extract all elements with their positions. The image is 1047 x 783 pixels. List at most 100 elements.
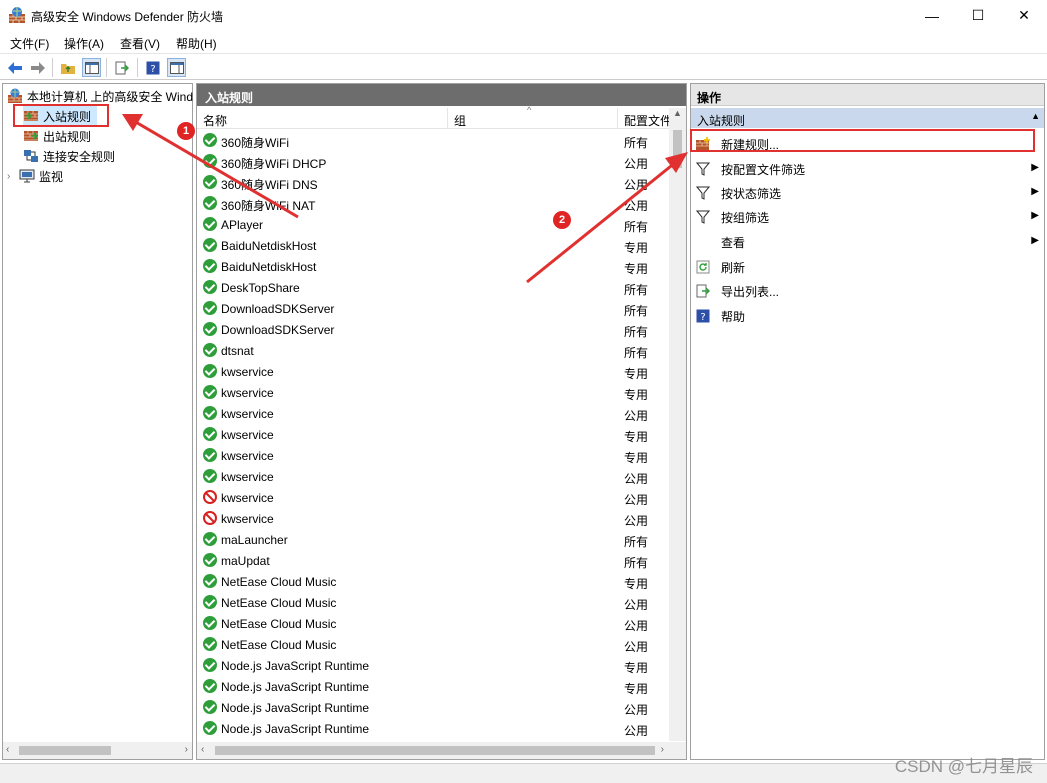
tree-root[interactable]: 本地计算机 上的高级安全 Wind [7, 86, 193, 106]
chevron-right-icon[interactable]: › [7, 171, 19, 182]
table-row[interactable]: 360随身WiFi DNS 公用 [199, 172, 669, 193]
table-row[interactable]: BaiduNetdiskHost 专用 [199, 235, 669, 256]
rule-name: kwservice [221, 407, 274, 421]
actions-section-inbound-rules[interactable]: 入站规则 ▲ [691, 108, 1044, 128]
table-row[interactable]: 360随身WiFi NAT 公用 [199, 193, 669, 214]
up-folder-icon[interactable] [58, 58, 77, 77]
rule-profile: 所有 [624, 556, 649, 570]
table-row[interactable]: kwservice 专用 [199, 424, 669, 445]
table-row[interactable]: maLauncher 所有 [199, 529, 669, 550]
rule-name: DeskTopShare [221, 281, 300, 295]
scroll-thumb[interactable] [19, 746, 111, 755]
action-export-list[interactable]: 导出列表... [695, 279, 1041, 303]
table-row[interactable]: Node.js JavaScript Runtime 公用 [199, 718, 669, 739]
table-row[interactable]: NetEase Cloud Music 公用 [199, 592, 669, 613]
table-row[interactable]: Node.js JavaScript Runtime 公用 [199, 697, 669, 718]
column-header-group[interactable]: 组 ^ [448, 105, 618, 129]
show-hide-tree-icon[interactable] [82, 58, 101, 77]
menu-file[interactable]: 文件(F) [10, 35, 49, 52]
rule-profile: 专用 [624, 241, 649, 255]
action-refresh[interactable]: 刷新 [695, 255, 1041, 279]
rule-name: maLauncher [221, 533, 288, 547]
scroll-up-icon: ▲ [673, 108, 682, 118]
menu-help[interactable]: 帮助(H) [176, 35, 217, 52]
back-arrow-icon[interactable] [5, 58, 24, 77]
rules-vertical-scrollbar[interactable]: ▲ [669, 108, 686, 741]
rule-profile: 公用 [624, 640, 649, 654]
export-list-icon[interactable] [112, 58, 131, 77]
minimize-button[interactable]: — [909, 0, 955, 31]
close-button[interactable]: ✕ [1001, 0, 1047, 31]
rule-name: DownloadSDKServer [221, 323, 335, 337]
action-filter-by-profile[interactable]: 按配置文件筛选 ▶ [695, 157, 1041, 181]
tree-item-monitoring[interactable]: › 监视 [7, 166, 63, 186]
rule-profile: 公用 [624, 598, 649, 612]
table-row[interactable]: kwservice 专用 [199, 382, 669, 403]
table-row[interactable]: kwservice 公用 [199, 487, 669, 508]
table-row[interactable]: maUpdat 所有 [199, 550, 669, 571]
scroll-thumb[interactable] [673, 130, 682, 168]
rules-horizontal-scrollbar[interactable]: ‹ › [197, 742, 686, 759]
rule-profile: 所有 [624, 535, 649, 549]
allow-check-icon [203, 700, 217, 714]
column-header-name[interactable]: 名称 [197, 108, 448, 129]
step-badge-2: 2 [553, 211, 571, 229]
scroll-thumb[interactable] [215, 746, 655, 755]
allow-check-icon [203, 595, 217, 609]
table-row[interactable]: 360随身WiFi DHCP 公用 [199, 151, 669, 172]
tree-horizontal-scrollbar[interactable]: ‹ › [3, 742, 192, 759]
tree-item-connection-security-rules[interactable]: 连接安全规则 [23, 146, 115, 166]
table-row[interactable]: dtsnat 所有 [199, 340, 669, 361]
title-bar: 高级安全 Windows Defender 防火墙 — ☐ ✕ [0, 0, 1047, 31]
allow-check-icon [203, 406, 217, 420]
tree-item-outbound-rules[interactable]: 出站规则 [23, 126, 91, 146]
table-row[interactable]: NetEase Cloud Music 公用 [199, 613, 669, 634]
help-icon[interactable]: ? [143, 58, 162, 77]
tree-item-label: 监视 [39, 169, 64, 184]
action-filter-by-state[interactable]: 按状态筛选 ▶ [695, 181, 1041, 205]
table-row[interactable]: Node.js JavaScript Runtime 专用 [199, 655, 669, 676]
table-row[interactable]: kwservice 公用 [199, 508, 669, 529]
rule-profile: 公用 [624, 703, 649, 717]
rule-name: Node.js JavaScript Runtime [221, 680, 370, 694]
rules-list: 360随身WiFi 所有 360随身WiFi DHCP 公用 360随身WiFi DNS… [197, 130, 669, 741]
allow-check-icon [203, 301, 217, 315]
rule-profile: 公用 [624, 493, 649, 507]
table-row[interactable]: APlayer 所有 [199, 214, 669, 235]
menu-action[interactable]: 操作(A) [64, 35, 104, 52]
tree-item-label: 出站规则 [43, 129, 92, 144]
rule-name: Node.js JavaScript Runtime [221, 701, 370, 715]
table-row[interactable]: NetEase Cloud Music 专用 [199, 571, 669, 592]
table-row[interactable]: DownloadSDKServer 所有 [199, 319, 669, 340]
actions-header: 操作 [691, 84, 1044, 106]
column-header-row: 名称 组 ^ 配置文件 [197, 105, 672, 129]
rule-name: Node.js JavaScript Runtime [221, 659, 370, 673]
table-row[interactable]: kwservice 专用 [199, 445, 669, 466]
table-row[interactable]: kwservice 公用 [199, 403, 669, 424]
action-filter-by-group[interactable]: 按组筛选 ▶ [695, 205, 1041, 229]
table-row[interactable]: Node.js JavaScript Runtime 专用 [199, 676, 669, 697]
show-hide-action-pane-icon[interactable] [167, 58, 186, 77]
table-row[interactable]: kwservice 公用 [199, 466, 669, 487]
tree-item-label: 连接安全规则 [43, 149, 116, 164]
table-row[interactable]: DeskTopShare 所有 [199, 277, 669, 298]
menu-view[interactable]: 查看(V) [120, 35, 160, 52]
scroll-right-icon: › [184, 744, 188, 755]
window-title: 高级安全 Windows Defender 防火墙 [31, 10, 224, 24]
allow-check-icon [203, 574, 217, 588]
table-row[interactable]: DownloadSDKServer 所有 [199, 298, 669, 319]
table-row[interactable]: kwservice 专用 [199, 361, 669, 382]
action-help[interactable]: ? 帮助 [695, 304, 1041, 328]
maximize-button[interactable]: ☐ [955, 0, 1001, 31]
action-view[interactable]: 查看 ▶ [695, 230, 1041, 254]
rule-name: kwservice [221, 512, 274, 526]
actions-section-label: 入站规则 [697, 114, 746, 128]
rule-name: 360随身WiFi DHCP [221, 157, 327, 171]
allow-check-icon [203, 532, 217, 546]
forward-arrow-icon[interactable] [28, 58, 47, 77]
rule-profile: 公用 [624, 472, 649, 486]
table-row[interactable]: BaiduNetdiskHost 专用 [199, 256, 669, 277]
table-row[interactable]: NetEase Cloud Music 公用 [199, 634, 669, 655]
collapse-up-icon[interactable]: ▲ [1031, 111, 1040, 121]
table-row[interactable]: 360随身WiFi 所有 [199, 130, 669, 151]
